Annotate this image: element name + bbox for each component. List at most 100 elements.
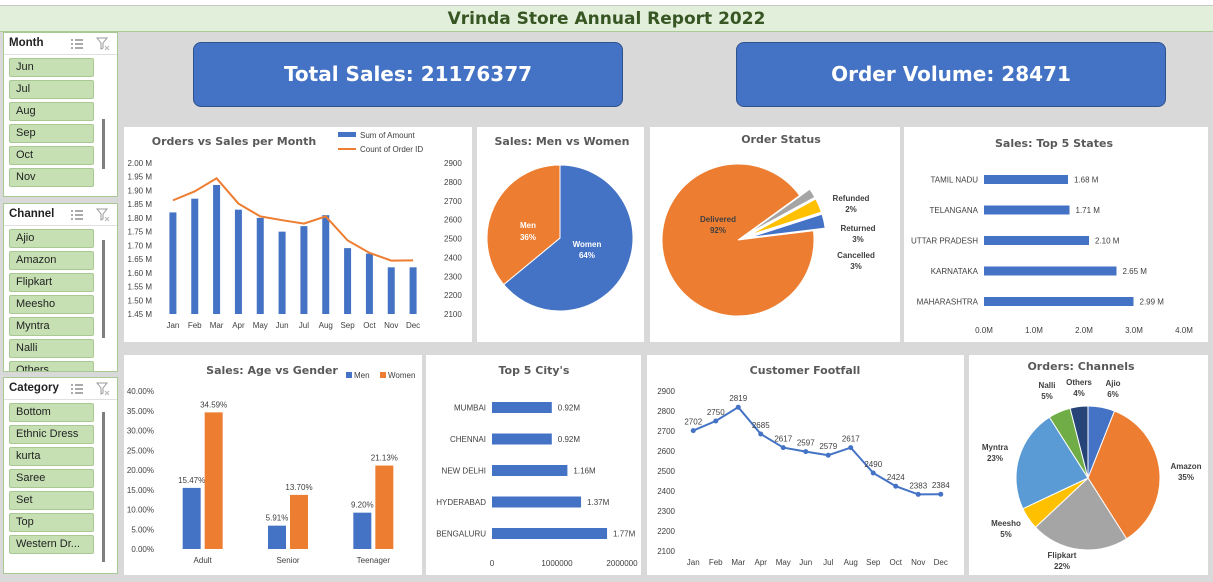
men-vs-women-chart: Sales: Men vs Women Women 64% Men 36% [477,127,644,342]
slicer-scrollbar[interactable] [102,412,105,562]
slice-label: Ajio [1105,379,1120,388]
multi-select-icon[interactable] [70,38,84,50]
clear-filter-icon[interactable] [96,382,110,396]
y-tick-label: 2100 [657,547,675,556]
x-tick-label: Adult [194,556,213,565]
slice-label: Refunded [833,194,870,203]
slicer-item-set[interactable]: Set [9,491,94,510]
slicer-item-jul[interactable]: Jul [9,80,94,99]
channel-slicer[interactable]: Channel Ajio Amazon Flipkart Meesho Myntra Na… [3,203,118,372]
category-slicer[interactable]: Category Bottom Ethnic Dress kurta Saree Set… [3,377,118,574]
slicer-header: Channel [4,204,117,226]
category-label: BENGALURU [436,530,486,539]
data-point [893,483,899,489]
y-tick-label: 35.00% [127,407,154,416]
slice-value: 23% [987,454,1003,463]
y-tick-label: 1.90 M [128,186,153,195]
y-tick-label: 2500 [657,467,675,476]
pie-slice [661,163,815,317]
slicer-scrollbar[interactable] [102,119,105,169]
slice-value: 5% [1000,530,1012,539]
slice-value: 3% [850,262,862,271]
slicer-item-others[interactable]: Others [9,361,94,371]
data-label: 2617 [774,435,792,444]
slicer-item-oct[interactable]: Oct [9,146,94,165]
slice-label: Women [573,240,602,249]
slicer-scrollbar[interactable] [102,240,105,338]
bar [213,184,221,314]
data-point [825,452,831,458]
legend-label: Men [354,371,370,380]
slicer-item-nalli[interactable]: Nalli [9,339,94,358]
multi-select-icon[interactable] [70,209,84,221]
slicer-item-flipkart[interactable]: Flipkart [9,273,94,292]
slice-label: Cancelled [837,251,875,260]
x-tick-label: Aug [319,321,333,330]
data-label: 2819 [729,394,747,403]
y-tick-label: 1.55 M [128,283,153,292]
slicer-item-kurta[interactable]: kurta [9,447,94,466]
top-states-chart: Sales: Top 5 States TAMIL NADU 1.68 M TELAN… [904,127,1208,342]
y-tick-label: 2700 [657,427,675,436]
slicer-item-nov[interactable]: Nov [9,168,94,187]
bar [984,175,1068,184]
bar [182,487,201,549]
slice-label: Nalli [1039,381,1056,390]
slicer-item-western-dr[interactable]: Western Dr... [9,535,94,554]
bar [409,267,417,314]
bar [322,215,330,314]
legend-swatch [346,372,352,378]
series-line [172,176,414,262]
slice-value: 3% [852,235,864,244]
report-title: Vrinda Store Annual Report 2022 [447,9,766,29]
data-label: 2383 [909,481,927,490]
x-tick-label: Nov [384,321,398,330]
slicer-item-sep[interactable]: Sep [9,124,94,143]
slice-label: Flipkart [1048,551,1077,560]
slicer-item-jun[interactable]: Jun [9,58,94,77]
y-tick-label: 1.70 M [128,241,153,250]
legend-swatch [338,132,356,137]
y2-tick-label: 2200 [444,291,462,300]
month-slicer[interactable]: Month Jun Jul Aug Sep Oct Nov [3,32,118,197]
slicer-item-myntra[interactable]: Myntra [9,317,94,336]
data-label: 2490 [864,460,882,469]
x-tick-label: 2000000 [606,559,638,568]
slicer-item-top[interactable]: Top [9,513,94,532]
slicer-item-amazon[interactable]: Amazon [9,251,94,270]
y-tick-label: 1.60 M [128,269,153,278]
x-tick-label: Nov [911,558,925,567]
slicer-item-aug[interactable]: Aug [9,102,94,121]
slicer-item-ethnic-dress[interactable]: Ethnic Dress [9,425,94,444]
report-title-bar: Vrinda Store Annual Report 2022 [0,6,1213,32]
chart-title: Customer Footfall [750,364,861,377]
chart-title: Order Status [741,133,821,146]
clear-filter-icon[interactable] [96,208,110,222]
slice-value: 22% [1054,562,1070,571]
y2-tick-label: 2400 [444,253,462,262]
bar [365,253,373,314]
slicer-title: Channel [9,208,55,220]
x-tick-label: 1.0M [1025,326,1043,335]
y-tick-label: 30.00% [127,427,154,436]
clear-filter-icon[interactable] [96,37,110,51]
age-vs-gender-chart: Sales: Age vs Gender 40.00% 35.00% 30.00% 25… [124,355,422,575]
legend-label: Women [388,371,415,380]
bar [169,212,177,314]
y-tick-label: 2200 [657,527,675,536]
slice-value: 2% [845,205,857,214]
chart-title: Orders: Channels [1027,360,1135,373]
category-label: MUMBAI [454,404,486,413]
slice-value: 64% [579,251,595,260]
slicer-item-meesho[interactable]: Meesho [9,295,94,314]
y2-tick-label: 2900 [444,159,462,168]
slicer-item-ajio[interactable]: Ajio [9,229,94,248]
slicer-item-saree[interactable]: Saree [9,469,94,488]
y2-tick-label: 2600 [444,216,462,225]
slicer-item-bottom[interactable]: Bottom [9,403,94,422]
slice-label: Meesho [991,519,1021,528]
x-tick-label: 0.0M [975,326,993,335]
data-label: 2597 [797,439,815,448]
multi-select-icon[interactable] [70,383,84,395]
data-point [758,431,764,437]
